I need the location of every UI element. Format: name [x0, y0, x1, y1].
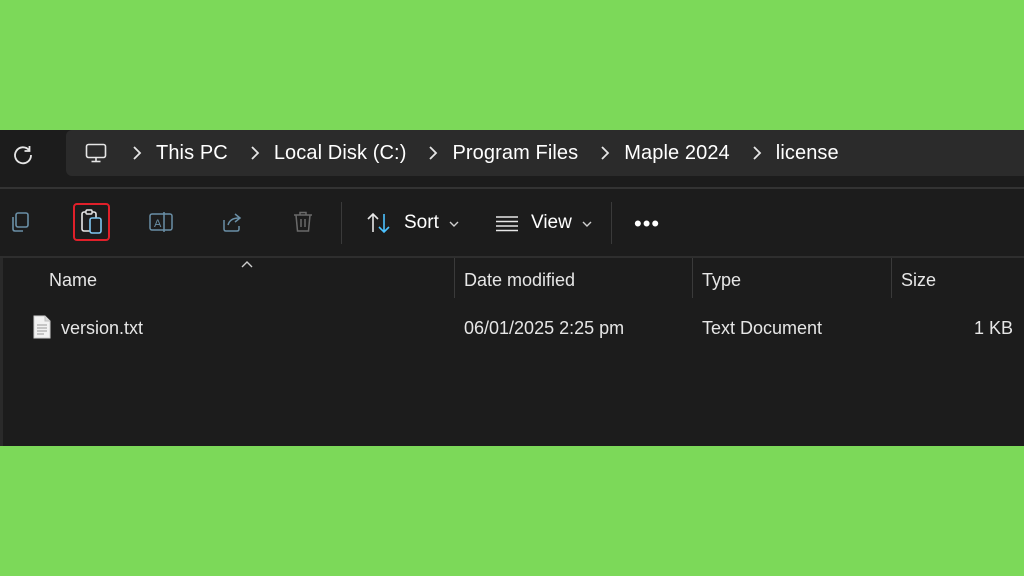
copy-icon[interactable] [2, 204, 38, 240]
view-icon [495, 213, 519, 233]
chevron-right-icon[interactable] [752, 146, 762, 160]
file-row[interactable]: version.txt 06/01/2025 2:25 pm Text Docu… [0, 310, 1024, 346]
chevron-right-icon[interactable] [250, 146, 260, 160]
share-icon[interactable] [214, 204, 250, 240]
text-file-icon [33, 315, 51, 339]
more-icon[interactable]: ••• [634, 211, 660, 237]
column-resize-handle[interactable] [891, 258, 892, 298]
file-date: 06/01/2025 2:25 pm [464, 318, 625, 338]
breadcrumb-this-pc[interactable]: This PC [156, 142, 228, 165]
chevron-down-icon [582, 216, 592, 230]
sort-icon [366, 211, 392, 235]
rename-icon[interactable]: A [143, 204, 179, 240]
column-header-type[interactable]: Type [702, 270, 741, 291]
toolbar-separator [611, 202, 612, 244]
file-name[interactable]: version.txt [61, 318, 143, 339]
breadcrumb-local-disk[interactable]: Local Disk (C:) [274, 142, 407, 165]
chevron-down-icon [449, 216, 459, 230]
column-header-date[interactable]: Date modified [464, 270, 575, 291]
file-size: 1 KB [973, 318, 1013, 338]
file-explorer-window: This PC Local Disk (C:) Program Files Ma… [0, 130, 1024, 446]
refresh-icon[interactable] [8, 140, 38, 170]
svg-text:A: A [154, 218, 162, 230]
chevron-right-icon[interactable] [600, 146, 610, 160]
column-headers: Name Date modified Type Size [0, 258, 1024, 302]
address-row: This PC Local Disk (C:) Program Files Ma… [0, 130, 1024, 188]
column-resize-handle[interactable] [454, 258, 455, 298]
column-resize-handle[interactable] [692, 258, 693, 298]
paste-icon [79, 208, 105, 236]
column-header-size[interactable]: Size [901, 270, 936, 291]
breadcrumb-license[interactable]: license [776, 142, 839, 165]
sort-label: Sort [404, 212, 439, 233]
breadcrumb-program-files[interactable]: Program Files [452, 142, 578, 165]
view-label: View [531, 212, 572, 233]
address-bar[interactable]: This PC Local Disk (C:) Program Files Ma… [66, 130, 1024, 176]
view-button[interactable]: View [495, 205, 592, 241]
chevron-right-icon[interactable] [132, 146, 142, 160]
delete-icon[interactable] [285, 204, 321, 240]
computer-icon[interactable] [84, 140, 110, 166]
file-type: Text Document [702, 318, 823, 338]
paste-button[interactable] [73, 203, 110, 241]
sort-caret-icon [241, 256, 253, 271]
command-bar: A Sort View ••• [0, 189, 1024, 256]
sort-button[interactable]: Sort [366, 205, 459, 241]
toolbar-separator [341, 202, 342, 244]
chevron-right-icon[interactable] [428, 146, 438, 160]
breadcrumb-maple-2024[interactable]: Maple 2024 [624, 142, 730, 165]
column-header-name[interactable]: Name [49, 270, 97, 291]
